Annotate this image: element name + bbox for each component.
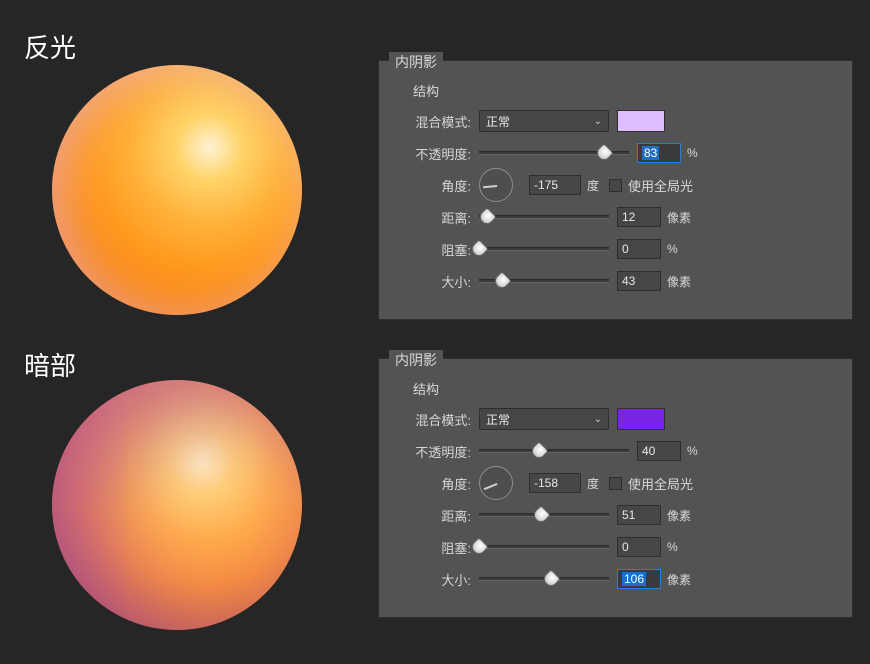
label-choke: 阻塞: bbox=[393, 538, 479, 557]
slider-thumb[interactable] bbox=[477, 207, 497, 227]
label-choke: 阻塞: bbox=[393, 240, 479, 259]
choke-input[interactable]: 0 bbox=[617, 537, 661, 557]
inner-shadow-panel-2: 内阴影 结构 混合模式: 正常 ⌄ 不透明度: 40 % 角度: -158 度 … bbox=[378, 358, 853, 618]
chevron-down-icon: ⌄ bbox=[594, 116, 602, 127]
label-opacity: 不透明度: bbox=[393, 144, 479, 163]
size-input[interactable]: 106 bbox=[617, 569, 661, 589]
preview-sphere-shadow bbox=[52, 380, 302, 630]
unit-degree: 度 bbox=[587, 475, 599, 492]
size-slider[interactable] bbox=[479, 279, 609, 283]
unit-pixel: 像素 bbox=[667, 273, 691, 290]
slider-thumb[interactable] bbox=[531, 505, 551, 525]
label-distance: 距离: bbox=[393, 506, 479, 525]
label-angle: 角度: bbox=[393, 176, 479, 195]
label-shadow: 暗部 bbox=[24, 346, 76, 383]
panel-title: 内阴影 bbox=[389, 350, 443, 370]
choke-input[interactable]: 0 bbox=[617, 239, 661, 259]
unit-percent: % bbox=[687, 146, 698, 160]
slider-thumb[interactable] bbox=[492, 271, 512, 291]
label-size: 大小: bbox=[393, 272, 479, 291]
label-blend-mode: 混合模式: bbox=[393, 410, 479, 429]
panel-subtitle: 结构 bbox=[413, 379, 838, 398]
opacity-input[interactable]: 40 bbox=[637, 441, 681, 461]
unit-pixel: 像素 bbox=[667, 507, 691, 524]
angle-input[interactable]: -158 bbox=[529, 473, 581, 493]
slider-thumb[interactable] bbox=[529, 441, 549, 461]
panel-subtitle: 结构 bbox=[413, 81, 838, 100]
angle-dial[interactable] bbox=[479, 466, 513, 500]
choke-slider[interactable] bbox=[479, 247, 609, 251]
label-distance: 距离: bbox=[393, 208, 479, 227]
inner-shadow-panel-1: 内阴影 结构 混合模式: 正常 ⌄ 不透明度: 83 % 角度: -175 度 … bbox=[378, 60, 853, 320]
opacity-input[interactable]: 83 bbox=[637, 143, 681, 163]
unit-pixel: 像素 bbox=[667, 571, 691, 588]
slider-thumb[interactable] bbox=[541, 569, 561, 589]
panel-title: 内阴影 bbox=[389, 52, 443, 72]
distance-input[interactable]: 12 bbox=[617, 207, 661, 227]
preview-sphere-reflection bbox=[52, 65, 302, 315]
label-reflection: 反光 bbox=[24, 28, 76, 65]
color-swatch[interactable] bbox=[617, 408, 665, 430]
label-opacity: 不透明度: bbox=[393, 442, 479, 461]
label-global-light: 使用全局光 bbox=[628, 176, 693, 195]
global-light-checkbox[interactable] bbox=[609, 477, 622, 490]
distance-input[interactable]: 51 bbox=[617, 505, 661, 525]
angle-needle bbox=[484, 483, 498, 490]
global-light-checkbox[interactable] bbox=[609, 179, 622, 192]
unit-percent: % bbox=[687, 444, 698, 458]
size-input[interactable]: 43 bbox=[617, 271, 661, 291]
label-blend-mode: 混合模式: bbox=[393, 112, 479, 131]
unit-pixel: 像素 bbox=[667, 209, 691, 226]
label-size: 大小: bbox=[393, 570, 479, 589]
color-swatch[interactable] bbox=[617, 110, 665, 132]
opacity-slider[interactable] bbox=[479, 151, 629, 155]
angle-dial[interactable] bbox=[479, 168, 513, 202]
blend-mode-value: 正常 bbox=[486, 113, 510, 130]
chevron-down-icon: ⌄ bbox=[594, 414, 602, 425]
distance-slider[interactable] bbox=[479, 215, 609, 219]
angle-needle bbox=[483, 185, 497, 188]
choke-slider[interactable] bbox=[479, 545, 609, 549]
label-global-light: 使用全局光 bbox=[628, 474, 693, 493]
blend-mode-select[interactable]: 正常 ⌄ bbox=[479, 110, 609, 132]
blend-mode-select[interactable]: 正常 ⌄ bbox=[479, 408, 609, 430]
label-angle: 角度: bbox=[393, 474, 479, 493]
unit-percent: % bbox=[667, 242, 678, 256]
blend-mode-value: 正常 bbox=[486, 411, 510, 428]
angle-input[interactable]: -175 bbox=[529, 175, 581, 195]
slider-thumb[interactable] bbox=[594, 143, 614, 163]
size-slider[interactable] bbox=[479, 577, 609, 581]
unit-degree: 度 bbox=[587, 177, 599, 194]
opacity-slider[interactable] bbox=[479, 449, 629, 453]
distance-slider[interactable] bbox=[479, 513, 609, 517]
unit-percent: % bbox=[667, 540, 678, 554]
